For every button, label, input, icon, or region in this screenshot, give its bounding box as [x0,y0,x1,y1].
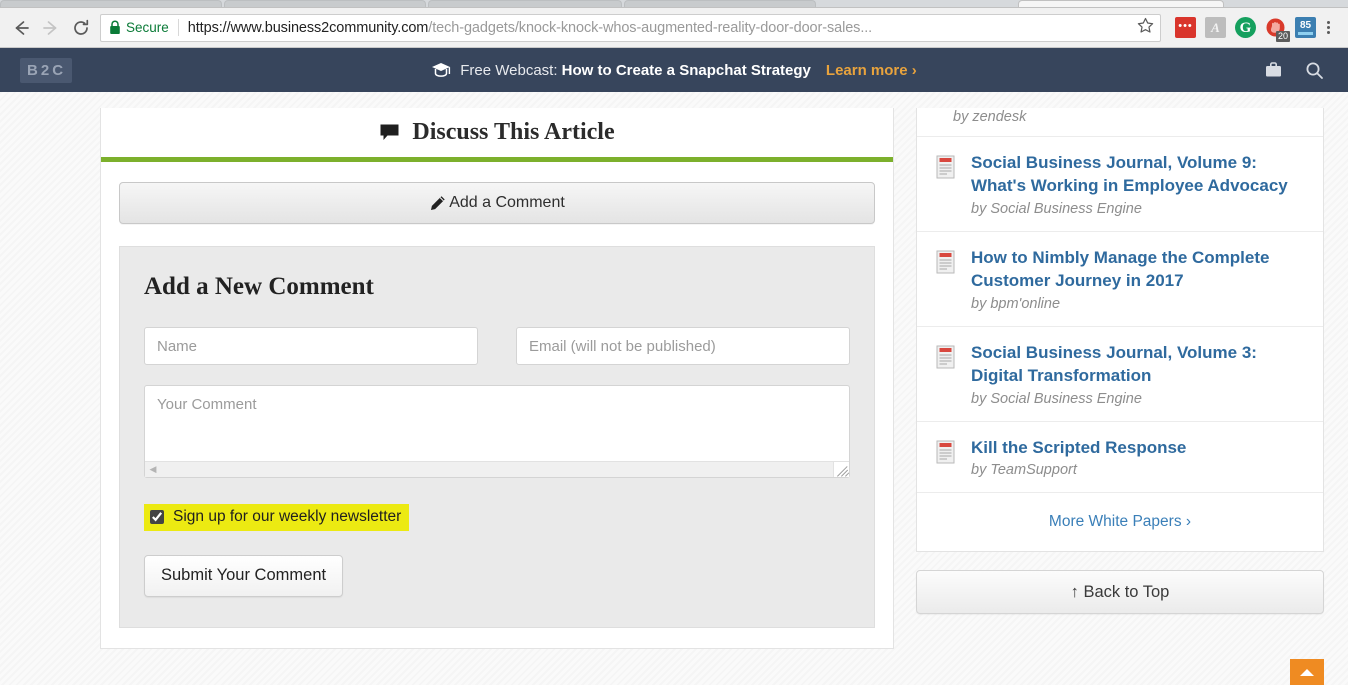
graduation-cap-icon [431,62,451,78]
logo-letter-b: B [27,61,40,79]
browser-tab[interactable] [224,0,426,7]
white-paper-byline: by Social Business Engine [971,390,1142,407]
browser-tab[interactable] [428,0,622,7]
browser-tab[interactable] [624,0,816,7]
white-paper-title[interactable]: How to Nimbly Manage the Complete Custom… [971,248,1269,290]
b2c-logo[interactable]: B 2 C [20,57,73,83]
submit-comment-button[interactable]: Submit Your Comment [144,555,344,597]
scroll-left-arrow-icon[interactable]: ◀ [145,464,161,475]
sidebar: by zendesk Social Business Journal, Volu… [916,92,1324,615]
page-score-bar [1298,32,1313,35]
white-paper-byline: by TeamSupport [971,462,1077,479]
webcast-text: Free Webcast: How to Create a Snapchat S… [460,62,811,79]
grammarly-extension-icon[interactable]: G [1235,17,1256,38]
speech-bubble-icon [379,123,400,142]
pencil-icon [429,195,446,212]
security-indicator[interactable]: Secure [109,20,169,35]
name-email-row [144,327,850,365]
white-paper-document-icon [935,344,959,407]
more-white-papers-row: More White Papers › [917,492,1323,551]
back-to-top-button[interactable]: ↑ Back to Top [916,570,1324,615]
scroll-to-top-icon[interactable] [1290,659,1324,685]
logo-letter-c: C [52,61,66,79]
star-icon[interactable] [1131,17,1154,39]
webcast-promo-banner[interactable]: Free Webcast: How to Create a Snapchat S… [0,62,1348,79]
search-icon[interactable] [1305,61,1324,80]
extensions-area: ••• A G 20 85 [1167,17,1342,42]
white-papers-card: by zendesk Social Business Journal, Volu… [916,108,1324,553]
page-score-value: 85 [1299,20,1312,31]
three-dot-menu-icon[interactable] [1325,21,1336,34]
adblock-count-badge: 20 [1275,31,1290,42]
logo-letter-2: 2 [40,61,52,79]
white-paper-title[interactable]: Social Business Journal, Volume 3: Digit… [971,343,1257,385]
newsletter-checkbox[interactable] [150,510,164,524]
briefcase-icon[interactable] [1264,61,1283,79]
webcast-prefix: Free Webcast: [460,61,558,79]
white-paper-body: Social Business Journal, Volume 3: Digit… [971,341,1303,407]
address-bar[interactable]: Secure https://www.business2community.co… [100,13,1161,42]
discuss-header: Discuss This Article [101,108,893,162]
newsletter-signup-row[interactable]: Sign up for our weekly newsletter [144,504,410,531]
grammarly-glyph: G [1239,19,1252,36]
email-input[interactable] [516,327,850,365]
newsletter-label: Sign up for our weekly newsletter [173,508,402,525]
discuss-article-panel: Discuss This Article Add a Comment Add a… [100,108,894,649]
white-paper-document-icon [935,249,959,312]
more-white-papers-link[interactable]: More White Papers › [1049,513,1191,530]
forward-arrow-icon [36,13,66,43]
lock-icon [110,20,120,34]
white-paper-body: How to Nimbly Manage the Complete Custom… [971,246,1303,312]
comment-form-title: Add a New Comment [144,273,374,300]
browser-chrome: Secure https://www.business2community.co… [0,0,1348,48]
page-title: Discuss This Article [412,119,615,145]
white-paper-byline: by bpm'online [971,295,1061,312]
site-nav-right-icons [1264,61,1348,80]
lastpass-extension-icon[interactable]: ••• [1175,17,1196,38]
url-host: https://www.business2community.com [187,19,429,36]
white-paper-title[interactable]: Social Business Journal, Volume 9: What'… [971,153,1288,195]
list-item[interactable]: How to Nimbly Manage the Complete Custom… [917,230,1323,326]
learn-more-link[interactable]: Learn more › [826,62,917,79]
comment-textarea-wrapper: ◀ ▶ [144,385,850,478]
white-paper-document-icon [935,154,959,217]
list-item[interactable]: Kill the Scripted Response by TeamSuppor… [917,420,1323,492]
adblock-extension-icon[interactable]: 20 [1265,17,1290,42]
browser-toolbar: Secure https://www.business2community.co… [0,8,1348,48]
acrobat-glyph: A [1211,19,1220,35]
white-paper-title[interactable]: Kill the Scripted Response [971,438,1186,457]
page-score-extension-icon[interactable]: 85 [1295,17,1316,38]
list-item[interactable]: Social Business Journal, Volume 9: What'… [917,136,1323,231]
browser-tab[interactable] [0,0,222,7]
lastpass-glyph: ••• [1178,20,1193,32]
white-paper-document-icon [935,439,959,478]
white-paper-byline: by zendesk [953,109,1027,125]
list-item[interactable]: Social Business Journal, Volume 3: Digit… [917,325,1323,421]
tab-strip[interactable] [0,0,1348,8]
scroll-to-top-triangle [1300,668,1314,676]
url-path: /tech-gadgets/knock-knock-whos-augmented… [428,19,873,36]
comment-form: Add a New Comment ◀ ▶ Sign up for our we… [119,246,875,628]
white-paper-body: Social Business Journal, Volume 9: What'… [971,151,1303,217]
webcast-title: How to Create a Snapchat Strategy [561,61,811,79]
browser-tab-active[interactable] [1018,0,1224,7]
secure-label: Secure [126,20,169,35]
textarea-resize-handle[interactable] [833,461,849,477]
back-arrow-icon[interactable] [6,13,36,43]
add-comment-label: Add a Comment [449,194,565,211]
white-paper-partial-item[interactable]: by zendesk [917,108,1323,136]
white-paper-body: Kill the Scripted Response by TeamSuppor… [971,436,1303,478]
name-input[interactable] [144,327,478,365]
site-nav-bar: B 2 C Free Webcast: How to Create a Snap… [0,48,1348,92]
page-body: Discuss This Article Add a Comment Add a… [0,92,1348,685]
reload-icon[interactable] [66,13,96,43]
omnibox-divider [177,19,179,36]
white-paper-byline: by Social Business Engine [971,200,1142,217]
adobe-acrobat-extension-icon[interactable]: A [1205,17,1226,38]
add-comment-button[interactable]: Add a Comment [119,182,875,224]
textarea-horizontal-scrollbar[interactable]: ◀ ▶ [145,461,849,477]
url-text[interactable]: https://www.business2community.com/tech-… [188,20,1131,36]
